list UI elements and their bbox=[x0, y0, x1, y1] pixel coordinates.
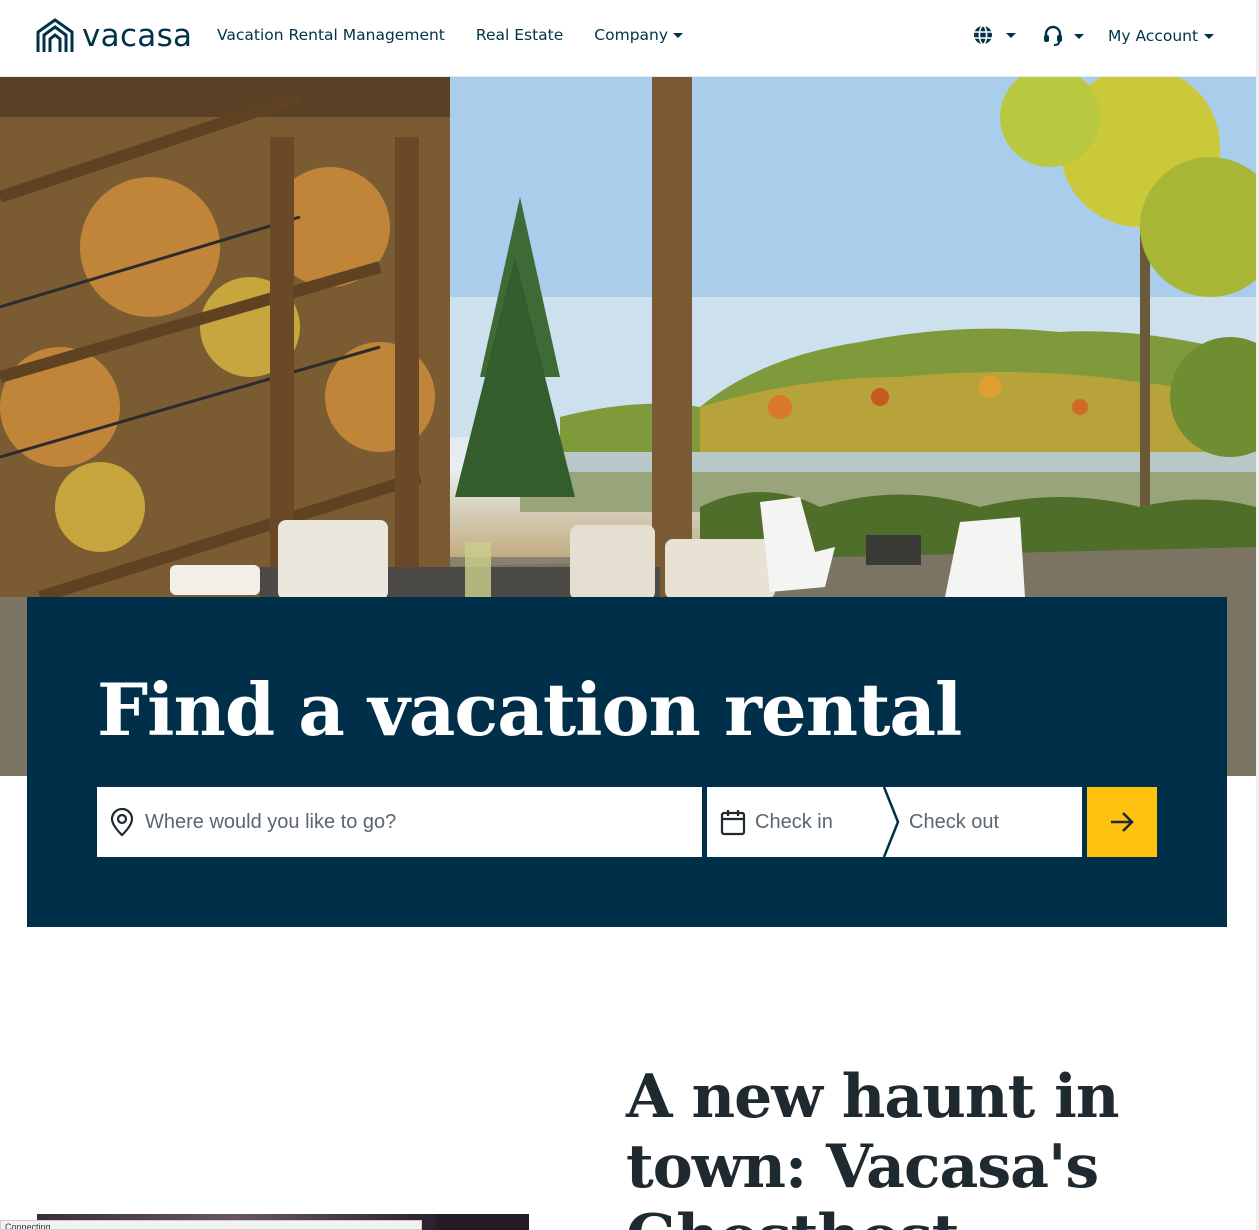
date-range-field: Check in Check out bbox=[707, 787, 1082, 857]
check-in-field[interactable]: Check in bbox=[707, 787, 885, 857]
nav-company-dropdown[interactable]: Company bbox=[594, 26, 684, 44]
my-account-label: My Account bbox=[1108, 27, 1199, 45]
search-submit-button[interactable] bbox=[1087, 787, 1157, 857]
check-in-label: Check in bbox=[755, 810, 833, 833]
destination-input[interactable] bbox=[145, 802, 685, 842]
vacasa-logo[interactable]: vacasa bbox=[36, 18, 192, 54]
support-selector[interactable] bbox=[1042, 24, 1084, 48]
headset-icon bbox=[1044, 25, 1062, 46]
house-logo-icon bbox=[36, 18, 74, 52]
check-out-field[interactable]: Check out bbox=[909, 787, 1079, 857]
nav-label: Company bbox=[594, 26, 669, 44]
nav-label: Real Estate bbox=[475, 26, 564, 44]
promo-title[interactable]: A new haunt in town: Vacasa's Ghosthost bbox=[626, 1062, 1186, 1230]
arrow-right-icon bbox=[1111, 812, 1134, 832]
hero-title: Find a vacation rental bbox=[97, 667, 962, 752]
language-selector[interactable] bbox=[972, 24, 1016, 46]
caret-down-icon bbox=[1074, 33, 1084, 39]
check-out-label: Check out bbox=[909, 810, 1000, 833]
destination-field[interactable] bbox=[97, 787, 702, 857]
logo-wordmark: vacasa bbox=[82, 18, 193, 54]
search-panel: Find a vacation rental Check in Check ou… bbox=[27, 597, 1227, 927]
calendar-icon bbox=[720, 810, 746, 836]
caret-down-icon bbox=[1204, 33, 1215, 39]
chevron-right-divider-icon bbox=[883, 787, 900, 857]
site-header: vacasa Vacation Rental Management Real E… bbox=[0, 0, 1259, 77]
caret-down-icon bbox=[1006, 32, 1016, 38]
location-pin-icon bbox=[110, 807, 134, 837]
nav-label: Vacation Rental Management bbox=[217, 26, 445, 44]
main-nav: Vacation Rental Management Real Estate C… bbox=[217, 26, 684, 44]
caret-down-icon bbox=[673, 32, 684, 38]
browser-status-bar: Connecting... bbox=[0, 1220, 422, 1230]
nav-real-estate[interactable]: Real Estate bbox=[476, 26, 563, 44]
globe-icon bbox=[974, 25, 992, 45]
nav-vacation-rental-management[interactable]: Vacation Rental Management bbox=[217, 26, 445, 44]
my-account-dropdown[interactable]: My Account bbox=[1108, 27, 1215, 45]
